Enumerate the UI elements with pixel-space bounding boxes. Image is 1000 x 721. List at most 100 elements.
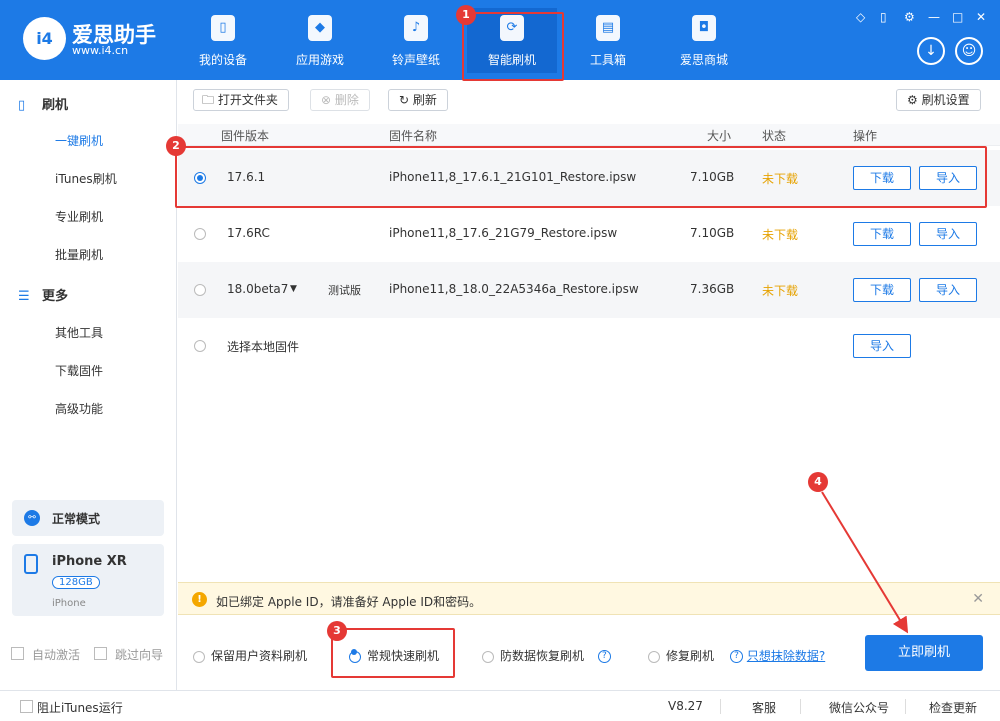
sidebar-item-advanced[interactable]: 高级功能 xyxy=(55,400,103,417)
refresh-icon: ↻ xyxy=(399,93,413,107)
phone-icon xyxy=(24,554,38,574)
storage-badge: 128GB xyxy=(52,576,100,589)
nav-store[interactable]: ◘ 爱思商城 xyxy=(659,8,749,73)
firmware-size: 7.10GB xyxy=(690,226,735,240)
option-repair[interactable]: 修复刷机 xyxy=(648,647,714,664)
delete-icon: ⊗ xyxy=(321,93,335,107)
firmware-name: iPhone11,8_17.6_21G79_Restore.ipsw xyxy=(389,226,618,240)
col-action: 操作 xyxy=(853,129,878,143)
menu-icon: ☰ xyxy=(18,289,30,304)
import-local-button[interactable]: 导入 xyxy=(853,334,911,358)
support-link[interactable]: 客服 xyxy=(752,699,776,716)
app-version: V8.27 xyxy=(668,699,703,713)
local-firmware-radio[interactable] xyxy=(194,340,206,352)
firmware-radio[interactable] xyxy=(194,228,206,240)
flash-now-button[interactable]: 立即刷机 xyxy=(865,635,983,671)
nav-apps-games[interactable]: ◆ 应用游戏 xyxy=(275,8,365,73)
divider xyxy=(800,699,801,714)
auto-activate-checkbox[interactable] xyxy=(11,647,24,660)
option-anti-recovery[interactable]: 防数据恢复刷机 ? xyxy=(482,647,611,664)
nav-my-device[interactable]: ▯ 我的设备 xyxy=(178,8,268,73)
sidebar-section-more: ☰ 更多 xyxy=(18,289,69,304)
radio[interactable] xyxy=(193,650,205,663)
download-button[interactable]: 下载 xyxy=(853,222,911,246)
download-button[interactable]: 下载 xyxy=(853,278,911,302)
device-type: iPhone xyxy=(52,598,86,609)
music-folder-icon: ♪ xyxy=(404,15,428,41)
delete-button[interactable]: ⊗ 删除 xyxy=(310,89,370,111)
apple-id-notice: ! 如已绑定 Apple ID，请准备好 Apple ID和密码。 ✕ xyxy=(178,582,1000,615)
sidebar-item-one-click[interactable]: 一键刷机 xyxy=(55,132,103,149)
minimize-icon[interactable]: — xyxy=(928,10,940,24)
divider xyxy=(905,699,906,714)
download-icon[interactable]: ↓ xyxy=(917,37,945,65)
block-itunes-checkbox[interactable] xyxy=(20,700,33,713)
beta-tag: 测试版 xyxy=(328,284,361,297)
firmware-size: 7.36GB xyxy=(690,282,735,296)
device-mode: 正常模式 xyxy=(52,512,101,526)
notice-text: 如已绑定 Apple ID，请准备好 Apple ID和密码。 xyxy=(216,595,482,609)
erase-data-link[interactable]: ? 只想抹除数据? xyxy=(730,647,825,664)
nav-ringtones[interactable]: ♪ 铃声壁纸 xyxy=(371,8,461,73)
sidebar-item-other-tools[interactable]: 其他工具 xyxy=(55,324,103,341)
col-status: 状态 xyxy=(762,129,787,143)
nav-toolbox[interactable]: ▤ 工具箱 xyxy=(563,8,653,73)
step-badge: 3 xyxy=(327,621,347,641)
firmware-version: 18.0beta7 xyxy=(227,282,289,296)
close-icon[interactable]: ✕ xyxy=(972,591,984,607)
firmware-status: 未下载 xyxy=(762,284,799,298)
status-bar: 阻止iTunes运行 V8.27 客服 微信公众号 检查更新 xyxy=(0,690,1000,721)
user-icon[interactable]: ☺ xyxy=(955,37,983,65)
skin-icon[interactable]: ◇ xyxy=(856,10,865,24)
table-row-local[interactable]: 选择本地固件 导入 xyxy=(178,318,1000,374)
close-icon[interactable]: ✕ xyxy=(976,10,986,24)
maximize-icon[interactable]: □ xyxy=(952,10,963,24)
firmware-radio[interactable] xyxy=(194,284,206,296)
wechat-link[interactable]: 微信公众号 xyxy=(829,699,889,716)
toolbox-icon: ▤ xyxy=(596,15,620,41)
app-url: www.i4.cn xyxy=(72,44,129,57)
shopping-bag-icon: ◘ xyxy=(692,15,716,41)
highlight-box xyxy=(331,628,455,678)
cube-icon: ◆ xyxy=(308,15,332,41)
sidebar-item-batch[interactable]: 批量刷机 xyxy=(55,246,103,263)
device-card[interactable]: iPhone XR 128GB iPhone xyxy=(12,544,164,616)
sidebar-item-pro[interactable]: 专业刷机 xyxy=(55,208,103,225)
device-mode-card: ⚯ 正常模式 xyxy=(12,500,164,536)
option-keep-data[interactable]: 保留用户资料刷机 xyxy=(193,647,307,664)
app-logo: i4 xyxy=(23,17,66,60)
local-firmware-label: 选择本地固件 xyxy=(227,340,300,354)
phone-icon: ▯ xyxy=(211,15,235,41)
phone-icon: ▯ xyxy=(18,98,26,113)
sidebar-item-download-firmware[interactable]: 下载固件 xyxy=(55,362,103,379)
import-button[interactable]: 导入 xyxy=(919,278,977,302)
flash-settings-button[interactable]: ⚙ 刷机设置 xyxy=(896,89,981,111)
feedback-icon[interactable]: ▯ xyxy=(880,10,887,24)
open-folder-button[interactable]: 🗀 打开文件夹 xyxy=(193,89,289,111)
table-row[interactable]: 18.0beta7 ▼ 测试版 iPhone11,8_18.0_22A5346a… xyxy=(178,262,1000,318)
table-row[interactable]: 17.6RC iPhone11,8_17.6_21G79_Restore.ips… xyxy=(178,206,1000,262)
col-version: 固件版本 xyxy=(221,129,270,143)
settings-icon[interactable]: ⚙ xyxy=(904,10,915,24)
skip-guide-label: 跳过向导 xyxy=(115,648,164,662)
table-header: 固件版本 固件名称 大小 状态 操作 xyxy=(178,124,1000,146)
step-badge: 4 xyxy=(808,472,828,492)
help-icon: ? xyxy=(730,650,743,663)
help-icon[interactable]: ? xyxy=(597,650,611,663)
divider xyxy=(720,699,721,714)
radio[interactable] xyxy=(482,650,494,663)
version-dropdown-icon[interactable]: ▼ xyxy=(290,284,297,294)
sidebar-item-itunes[interactable]: iTunes刷机 xyxy=(55,170,117,187)
step-badge: 2 xyxy=(166,136,186,156)
firmware-name: iPhone11,8_18.0_22A5346a_Restore.ipsw xyxy=(389,282,639,296)
firmware-status: 未下载 xyxy=(762,228,799,242)
radio[interactable] xyxy=(648,650,660,663)
link-icon: ⚯ xyxy=(24,510,40,526)
import-button[interactable]: 导入 xyxy=(919,222,977,246)
skip-guide-checkbox[interactable] xyxy=(94,647,107,660)
refresh-button[interactable]: ↻ 刷新 xyxy=(388,89,448,111)
check-update-link[interactable]: 检查更新 xyxy=(929,699,977,716)
auto-activate-label: 自动激活 xyxy=(32,648,81,662)
gear-icon: ⚙ xyxy=(907,93,922,107)
col-size: 大小 xyxy=(707,129,732,143)
